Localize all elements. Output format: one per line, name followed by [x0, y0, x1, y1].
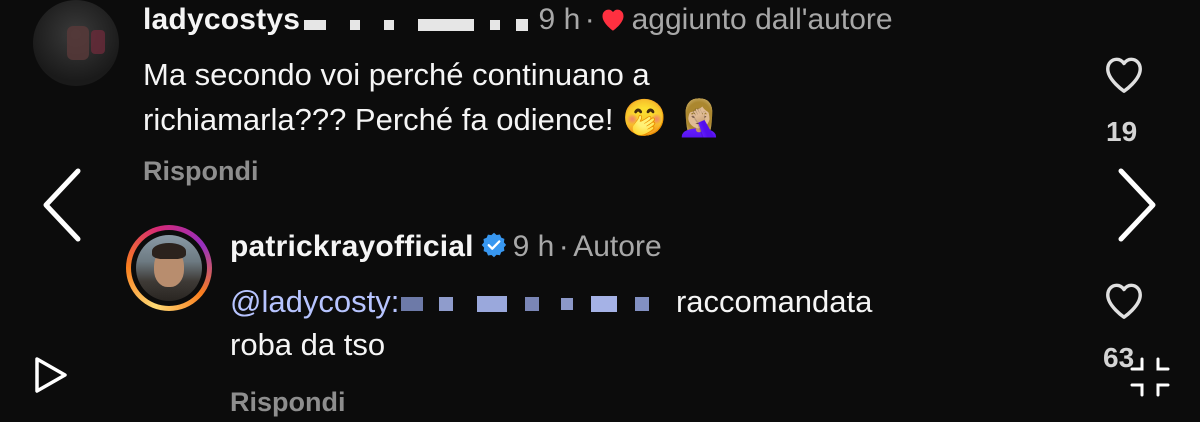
- comment-text-line: Ma secondo voi perché continuano a: [143, 57, 650, 92]
- collapse-button[interactable]: [1128, 355, 1172, 404]
- like-button[interactable]: [1101, 279, 1147, 326]
- emoji: 🤭 🤦🏼‍♀️: [622, 97, 722, 138]
- comment-username[interactable]: ladycostys: [143, 3, 300, 36]
- censored-username-part: [304, 16, 534, 33]
- chevron-left-icon: [43, 168, 81, 242]
- separator-dot: ·: [584, 3, 595, 36]
- liked-by-author-label: aggiunto dall'autore: [631, 3, 893, 36]
- comment-time: 9 h: [538, 3, 581, 36]
- avatar[interactable]: [136, 235, 202, 301]
- play-icon: [35, 357, 67, 393]
- censored-mention-part: [401, 284, 653, 319]
- previous-button[interactable]: [38, 165, 86, 250]
- comment-text-line: raccomandata: [675, 284, 873, 319]
- chevron-right-icon: [1118, 168, 1156, 242]
- comment-text: @ladycosty: raccomandata roba da tso: [230, 280, 872, 366]
- like-button[interactable]: [1101, 53, 1147, 100]
- next-button[interactable]: [1113, 165, 1161, 250]
- comment-header: ladycostys 9 h · aggiunto dall'autore: [143, 3, 893, 37]
- comment-text-line: roba da tso: [230, 327, 386, 362]
- avatar[interactable]: [33, 0, 119, 86]
- separator-dot: ·: [558, 230, 569, 263]
- comment-username[interactable]: patrickrayofficial: [230, 230, 474, 263]
- author-label: Autore: [573, 230, 662, 263]
- heart-icon: [599, 6, 627, 37]
- mention-link[interactable]: @ladycosty:: [230, 284, 399, 319]
- reply-button[interactable]: Rispondi: [230, 387, 346, 418]
- reply-button[interactable]: Rispondi: [143, 156, 259, 187]
- comment-text-line: richiamarla??? Perché fa odience!: [143, 102, 614, 137]
- comment-header: patrickrayofficial 9 h · Autore: [230, 230, 662, 264]
- verified-badge-icon: [480, 231, 508, 264]
- heart-icon: [1106, 283, 1142, 319]
- like-count: 19: [1106, 116, 1138, 147]
- comment-time: 9 h: [512, 230, 555, 263]
- collapse-icon: [1130, 357, 1170, 397]
- play-button[interactable]: [32, 355, 70, 400]
- heart-icon: [1106, 57, 1142, 93]
- comment-text: Ma secondo voi perché continuano a richi…: [143, 53, 722, 141]
